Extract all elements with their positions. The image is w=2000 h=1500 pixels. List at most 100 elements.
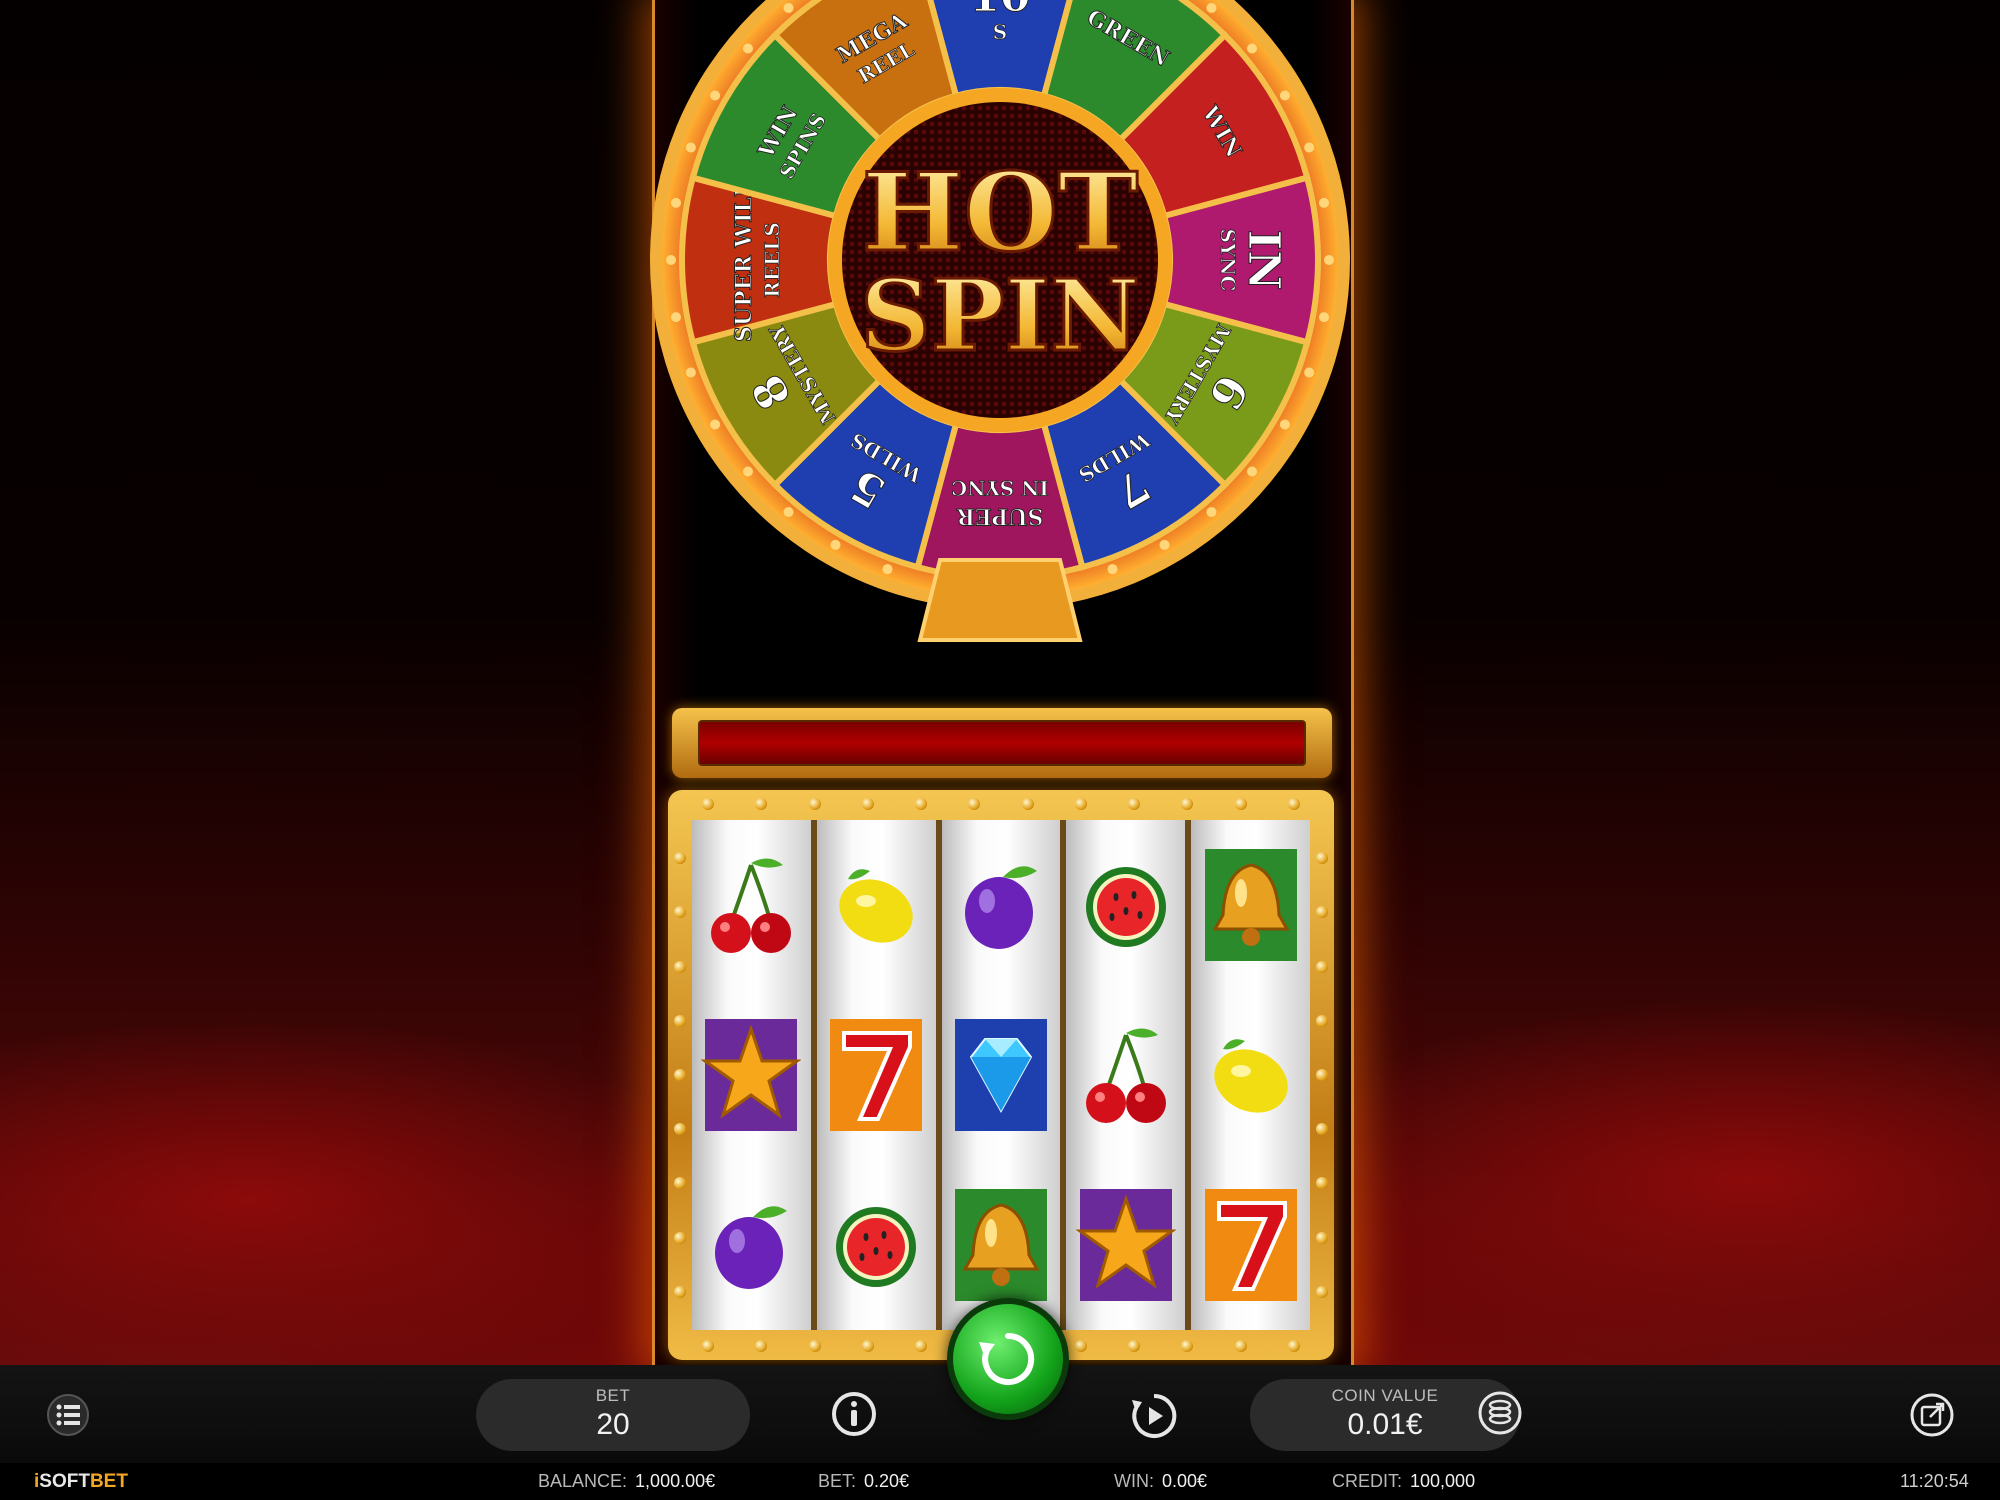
- wheel-segment-label: 10: [969, 0, 1030, 22]
- logo-hot: HOT: [862, 150, 1139, 276]
- wheel-bulb: [1319, 312, 1330, 323]
- frame-bulb: [702, 1340, 714, 1352]
- info-button[interactable]: [829, 1389, 879, 1439]
- frame-bulb: [1316, 1014, 1328, 1027]
- wheel-segment-sublabel: S: [993, 20, 1007, 44]
- wheel-segment-label: SUPER: [956, 503, 1043, 529]
- frame-bulb: [1316, 1285, 1328, 1298]
- cherry-symbol: [696, 830, 806, 980]
- seven-symbol: [821, 1000, 931, 1150]
- star-symbol: [696, 1000, 806, 1150]
- wheel-bulb: [710, 90, 721, 101]
- wheel-bulb: [1279, 90, 1290, 101]
- frame-bulb: [674, 1069, 686, 1081]
- frame-bulb: [674, 852, 686, 865]
- spin-button[interactable]: [947, 1298, 1069, 1420]
- coins-icon: [1478, 1391, 1522, 1435]
- reel-3: [941, 820, 1061, 1330]
- lemon-symbol: [1196, 1000, 1306, 1150]
- frame-bulb: [1128, 798, 1141, 810]
- external-link-icon: [1910, 1393, 1954, 1437]
- star-symbol: [1071, 1170, 1181, 1320]
- wheel-bulb: [1247, 43, 1258, 54]
- status-bet-value: 0.20€: [864, 1471, 910, 1491]
- seven-symbol: [1196, 1170, 1306, 1320]
- wheel-segment-label: IN: [1238, 230, 1289, 291]
- bet-selector[interactable]: BET 20: [476, 1379, 750, 1451]
- reel-4: [1066, 820, 1186, 1330]
- wheel-bulb: [1304, 367, 1315, 378]
- coins-button[interactable]: [1474, 1387, 1526, 1439]
- frame-bulb: [674, 1231, 686, 1244]
- frame-bulb: [1316, 906, 1328, 919]
- reel-2: [816, 820, 936, 1330]
- wheel-bulb: [685, 367, 696, 378]
- frame-bulb: [808, 1340, 821, 1352]
- frame-bulb: [702, 798, 714, 810]
- wheel-bulb: [1206, 2, 1217, 13]
- status-bet-label: BET:: [818, 1471, 857, 1491]
- frame-bulb: [968, 798, 981, 810]
- wheel-bulb: [783, 507, 794, 518]
- frame-bulb: [915, 798, 928, 810]
- menu-button[interactable]: [44, 1391, 92, 1439]
- wheel-pointer-stand: [917, 558, 1083, 642]
- wheel-bulb: [783, 2, 794, 13]
- wheel-bulb: [1279, 419, 1290, 430]
- logo-spin: SPIN: [860, 259, 1140, 374]
- wheel-bulb: [670, 197, 681, 208]
- reel-area: [692, 820, 1310, 1330]
- wheel-bulb: [830, 539, 841, 550]
- wheel-bulb: [710, 419, 721, 430]
- bet-value: 20: [596, 1408, 630, 1441]
- frame-bulb: [674, 1123, 686, 1136]
- wheel-bulb: [882, 564, 893, 575]
- frame-bulb: [1316, 852, 1328, 865]
- wheel-segment-label: SUPER WILD: [731, 178, 757, 342]
- watermelon-symbol: [821, 1170, 931, 1320]
- autoplay-icon: [1132, 1393, 1177, 1438]
- bell-symbol: [1196, 830, 1306, 980]
- credit-label: CREDIT:: [1332, 1471, 1403, 1491]
- frame-bulb: [1128, 1340, 1141, 1352]
- frame-bulb: [755, 798, 768, 810]
- wheel-segment-sublabel: SYNC: [1216, 229, 1240, 292]
- lemon-symbol: [821, 830, 931, 980]
- win-value: 0.00€: [1162, 1471, 1208, 1491]
- autoplay-button[interactable]: [1127, 1389, 1181, 1443]
- frame-bulb: [755, 1340, 768, 1352]
- reel-5: [1191, 820, 1310, 1330]
- wheel-bulb: [1324, 255, 1334, 265]
- frame-bulb: [808, 798, 821, 810]
- frame-bulb: [1316, 1231, 1328, 1244]
- wheel-bulb: [666, 255, 676, 265]
- external-link-button[interactable]: [1906, 1389, 1958, 1441]
- wheel-bulb: [1304, 142, 1315, 153]
- balance-display: BALANCE: 1,000.00€: [538, 1463, 715, 1500]
- status-bar: iSOFTBET BALANCE: 1,000.00€ BET: 0.20€ WIN…: [0, 1463, 2000, 1500]
- wheel-segment-sublabel: REELS: [760, 222, 784, 298]
- frame-bulb: [674, 960, 686, 973]
- wheel-bulb: [685, 142, 696, 153]
- credit-display: CREDIT: 100,000: [1332, 1463, 1475, 1500]
- spin-arrow-icon: [979, 1332, 1035, 1385]
- diamond-symbol: [946, 1000, 1056, 1150]
- frame-bulb: [1074, 1340, 1087, 1352]
- frame-bulb: [915, 1340, 928, 1352]
- hot-spin-wheel: 10SGREENWININSYNC6MYSTERY7WILDSSUPERIN S…: [650, 0, 1350, 642]
- frame-bulb: [1288, 1340, 1300, 1352]
- credit-value: 100,000: [1410, 1471, 1476, 1491]
- menu-icon: [47, 1394, 89, 1436]
- frame-bulb: [1234, 798, 1247, 810]
- reel-frame: [668, 790, 1334, 1360]
- watermelon-symbol: [1071, 830, 1181, 980]
- wheel-bulb: [670, 312, 681, 323]
- plum-symbol: [946, 830, 1056, 980]
- frame-bulb: [1234, 1340, 1247, 1352]
- frame-bulb: [1181, 798, 1194, 810]
- frame-bulb: [674, 1014, 686, 1027]
- wheel-bulb: [1107, 564, 1118, 575]
- frame-bulb: [1316, 1069, 1328, 1081]
- win-label: WIN:: [1114, 1471, 1154, 1491]
- frame-bulb: [1316, 1177, 1328, 1190]
